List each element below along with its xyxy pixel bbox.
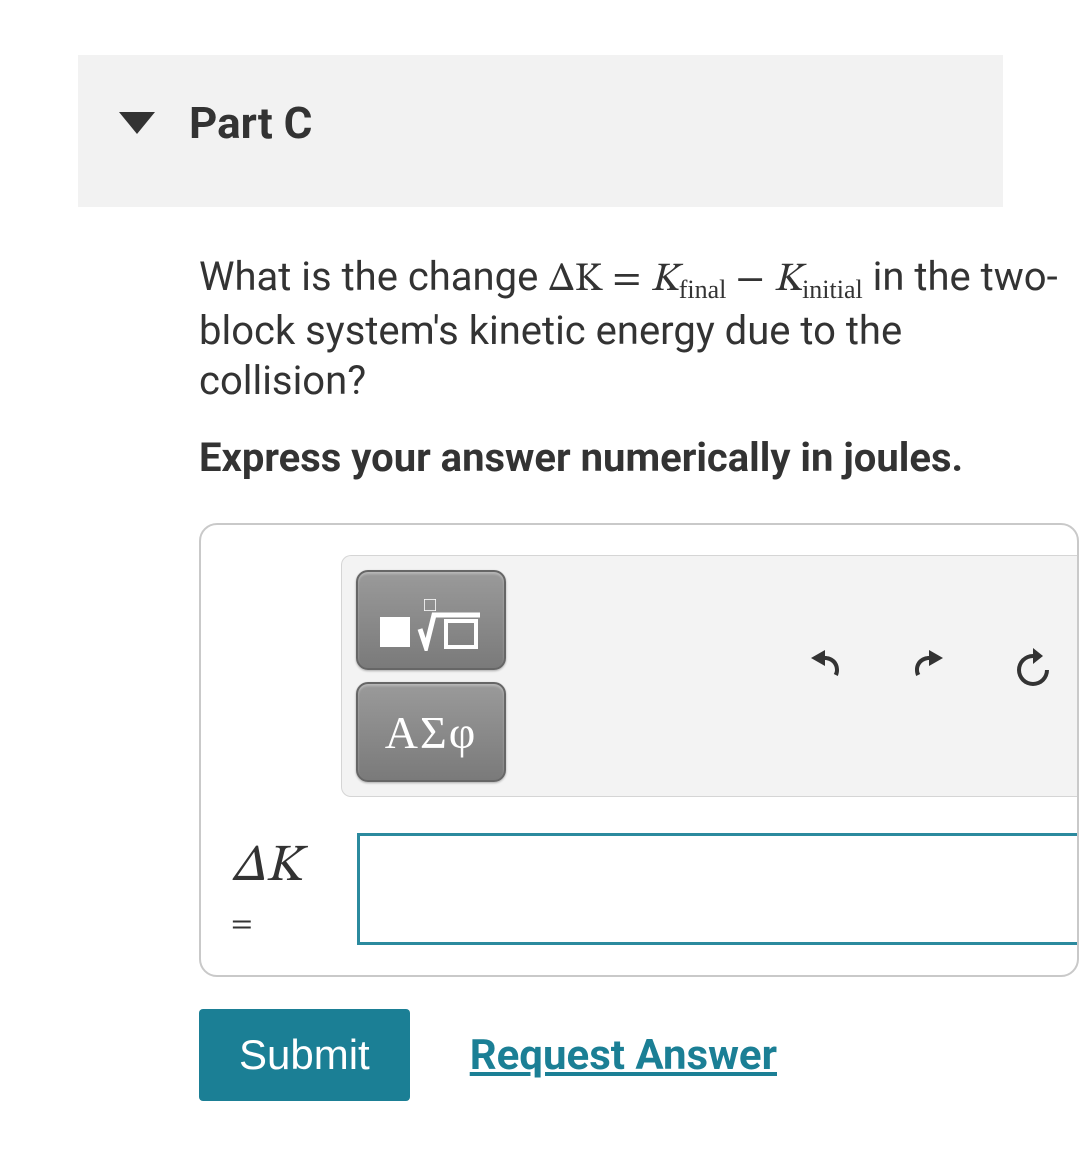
undo-icon [801, 646, 849, 694]
sym-minus: − [726, 260, 774, 300]
sym-k1: K [651, 260, 679, 300]
reset-icon [1009, 646, 1057, 694]
equation-toolbar: □ ΑΣφ [341, 555, 1077, 797]
redo-button[interactable] [905, 646, 953, 707]
redo-icon [905, 646, 953, 694]
caret-down-icon [119, 112, 155, 134]
var-equals: = [231, 906, 331, 944]
sub-final: final [679, 275, 727, 304]
answer-input-row: ΔK = [231, 833, 1077, 945]
equation-deltaK: ΔK = Kfinal − Kinitial [548, 260, 863, 300]
greek-icon-label: ΑΣφ [385, 706, 478, 759]
reset-button[interactable] [1009, 646, 1057, 707]
history-icons [801, 646, 1077, 707]
question-text: What is the change ΔK = Kfinal − Kinitia… [199, 252, 1079, 406]
content-area: What is the change ΔK = Kfinal − Kinitia… [199, 252, 1079, 1101]
sym-deltaK: ΔK [548, 260, 603, 300]
sym-eq: = [603, 260, 651, 300]
part-header[interactable]: Part C [78, 55, 1003, 207]
answer-input[interactable] [357, 833, 1077, 945]
sub-initial: initial [802, 275, 863, 304]
undo-button[interactable] [801, 646, 849, 707]
math-template-icon: □ [376, 589, 486, 651]
greek-symbols-button[interactable]: ΑΣφ [356, 682, 506, 782]
question-lead: What is the change [199, 253, 548, 300]
answer-box: □ ΑΣφ [199, 523, 1079, 977]
var-deltaK: ΔK [231, 841, 302, 893]
submit-button[interactable]: Submit [199, 1009, 410, 1101]
answer-instruction: Express your answer numerically in joule… [199, 434, 1079, 481]
sym-k2: K [774, 260, 802, 300]
request-answer-link[interactable]: Request Answer [470, 1031, 777, 1080]
part-title: Part C [189, 97, 312, 149]
action-row: Submit Request Answer [199, 1009, 1079, 1101]
answer-variable-label: ΔK = [231, 835, 331, 944]
math-template-button[interactable]: □ [356, 570, 506, 670]
tool-column: □ ΑΣφ [356, 570, 506, 782]
